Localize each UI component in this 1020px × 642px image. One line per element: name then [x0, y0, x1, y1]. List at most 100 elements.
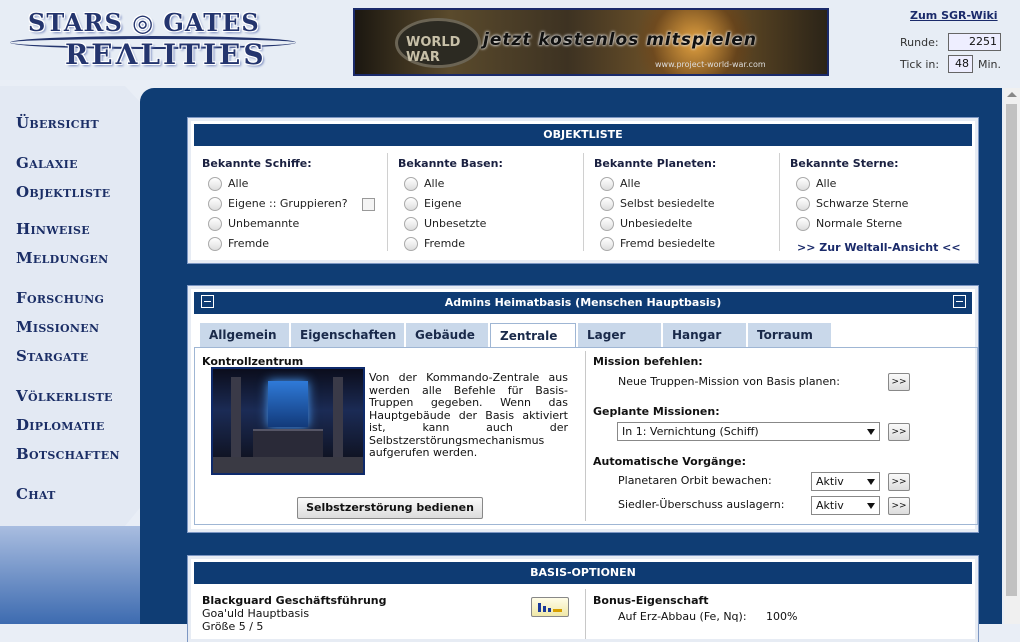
chevron-down-icon	[867, 503, 875, 509]
radio-button[interactable]	[796, 177, 810, 191]
sidebar-item-forschung[interactable]: Forschung	[16, 289, 104, 307]
bonus-heading: Bonus-Eigenschaft	[593, 594, 709, 607]
image-pillar	[231, 377, 241, 457]
col-schiffe: Bekannte Schiffe: Alle Eigene :: Gruppie…	[194, 153, 388, 253]
column-divider	[387, 153, 388, 251]
orbit-select[interactable]: Aktiv	[811, 472, 880, 491]
base-type: Goa'uld Hauptbasis	[202, 607, 310, 620]
group-checkbox[interactable]	[362, 198, 375, 211]
tick-value: 48	[948, 55, 973, 73]
radio-button[interactable]	[404, 237, 418, 251]
settler-select[interactable]: Aktiv	[811, 496, 880, 515]
mission-text: Neue Truppen-Mission von Basis planen:	[618, 375, 840, 388]
chart-icon[interactable]	[531, 597, 569, 617]
orbit-label: Planetaren Orbit bewachen:	[618, 474, 772, 487]
radio-label: Eigene	[424, 197, 462, 210]
base-size: Größe 5 / 5	[202, 620, 264, 633]
radio-button[interactable]	[600, 197, 614, 211]
radio-label: Alle	[228, 177, 249, 190]
radio-button[interactable]	[404, 197, 418, 211]
banner-badge: WORLD WAR	[395, 18, 481, 68]
image-floor	[213, 457, 363, 473]
objektliste-panel: OBJEKTLISTE Bekannte Schiffe: Alle Eigen…	[188, 118, 978, 263]
sidebar-item-voelkerliste[interactable]: Völkerliste	[16, 387, 113, 405]
col-planeten: Bekannte Planeten: Alle Selbst besiedelt…	[586, 153, 780, 253]
radio-label: Fremde	[424, 237, 466, 250]
col-heading: Bekannte Basen:	[398, 157, 503, 170]
planned-missions-select[interactable]: In 1: Vernichtung (Schiff)	[617, 422, 880, 441]
radio-button[interactable]	[404, 217, 418, 231]
universe-view-link[interactable]: >> Zur Weltall-Ansicht <<	[797, 241, 961, 254]
basis-optionen-panel: BASIS-OPTIONEN Blackguard Geschäftsführu…	[188, 556, 978, 642]
radio-button[interactable]	[796, 217, 810, 231]
radio-label: Eigene :: Gruppieren?	[228, 197, 348, 210]
radio-button[interactable]	[208, 237, 222, 251]
radio-button[interactable]	[404, 177, 418, 191]
ad-banner[interactable]: WORLD WAR jetzt kostenlos mitspielen www…	[353, 8, 829, 76]
tab-allgemein[interactable]: Allgemein	[200, 323, 289, 347]
sidebar-item-chat[interactable]: Chat	[16, 485, 56, 503]
sidebar-item-galaxie[interactable]: Galaxie	[16, 154, 78, 172]
round-label: Runde:	[900, 36, 939, 49]
base-title: Admins Heimatbasis (Menschen Hauptbasis)	[194, 292, 972, 314]
objektliste-title: OBJEKTLISTE	[194, 124, 972, 146]
sidebar-background-fade	[0, 526, 140, 624]
collapse-icon[interactable]	[953, 295, 966, 308]
settler-label: Siedler-Überschuss auslagern:	[618, 498, 785, 511]
image-desk	[253, 429, 323, 459]
radio-button[interactable]	[208, 217, 222, 231]
orbit-select-value: Aktiv	[816, 475, 844, 488]
col-sterne: Bekannte Sterne: Alle Schwarze Sterne No…	[782, 153, 976, 254]
wiki-link[interactable]: Zum SGR-Wiki	[910, 9, 998, 22]
tab-eigenschaften[interactable]: Eigenschaften	[291, 323, 404, 347]
sidebar-item-missionen[interactable]: Missionen	[16, 318, 99, 336]
vertical-scrollbar[interactable]	[1004, 88, 1020, 624]
radio-label: Unbemannte	[228, 217, 300, 230]
radio-label: Alle	[424, 177, 445, 190]
scrollbar-thumb[interactable]	[1006, 104, 1017, 596]
sidebar-item-diplomatie[interactable]: Diplomatie	[16, 416, 105, 434]
sidebar-item-botschaften[interactable]: Botschaften	[16, 445, 120, 463]
sidebar-item-objektliste[interactable]: Objektliste	[16, 183, 110, 201]
selfdestruct-button[interactable]: Selbstzerstörung bedienen	[297, 497, 483, 519]
radio-button[interactable]	[796, 197, 810, 211]
sidebar-item-hinweise[interactable]: Hinweise	[16, 220, 90, 238]
settler-go-button[interactable]: >>	[888, 497, 910, 515]
logo-line2: REΛLITIES	[65, 38, 267, 71]
control-description: Von der Kommando-Zentrale aus werden all…	[369, 371, 568, 459]
image-pillar	[333, 377, 343, 457]
tab-torraum[interactable]: Torraum	[748, 323, 831, 347]
bonus-label: Auf Erz-Abbau (Fe, Nq):	[618, 610, 747, 623]
radio-button[interactable]	[600, 217, 614, 231]
tab-lager[interactable]: Lager	[578, 323, 661, 347]
banner-slogan: jetzt kostenlos mitspielen	[483, 30, 757, 50]
col-heading: Bekannte Planeten:	[594, 157, 717, 170]
banner-url: www.project-world-war.com	[655, 60, 766, 69]
orbit-go-button[interactable]: >>	[888, 473, 910, 491]
auto-heading: Automatische Vorgänge:	[593, 455, 747, 468]
logo[interactable]: STARS ◎ GATES REΛLITIES	[10, 6, 300, 74]
col-heading: Bekannte Schiffe:	[202, 157, 312, 170]
settler-select-value: Aktiv	[816, 499, 844, 512]
sidebar-item-meldungen[interactable]: Meldungen	[16, 249, 108, 267]
planned-mission-go-button[interactable]: >>	[888, 423, 910, 441]
radio-label: Fremd besiedelte	[620, 237, 715, 250]
tab-gebaeude[interactable]: Gebäude	[406, 323, 488, 347]
radio-label: Alle	[816, 177, 837, 190]
sidebar-item-stargate[interactable]: Stargate	[16, 347, 88, 365]
radio-button[interactable]	[208, 177, 222, 191]
radio-button[interactable]	[600, 237, 614, 251]
collapse-icon[interactable]	[201, 295, 214, 308]
planned-heading: Geplante Missionen:	[593, 405, 720, 418]
radio-button[interactable]	[208, 197, 222, 211]
sidebar-item-uebersicht[interactable]: Übersicht	[16, 114, 99, 132]
content-divider	[585, 589, 586, 639]
plan-mission-button[interactable]: >>	[888, 373, 910, 391]
column-divider	[583, 153, 584, 251]
scroll-up-icon[interactable]	[1007, 92, 1017, 97]
radio-button[interactable]	[600, 177, 614, 191]
tab-hangar[interactable]: Hangar	[663, 323, 746, 347]
control-room-image	[211, 367, 365, 475]
radio-label: Fremde	[228, 237, 270, 250]
tab-zentrale[interactable]: Zentrale	[490, 323, 576, 348]
